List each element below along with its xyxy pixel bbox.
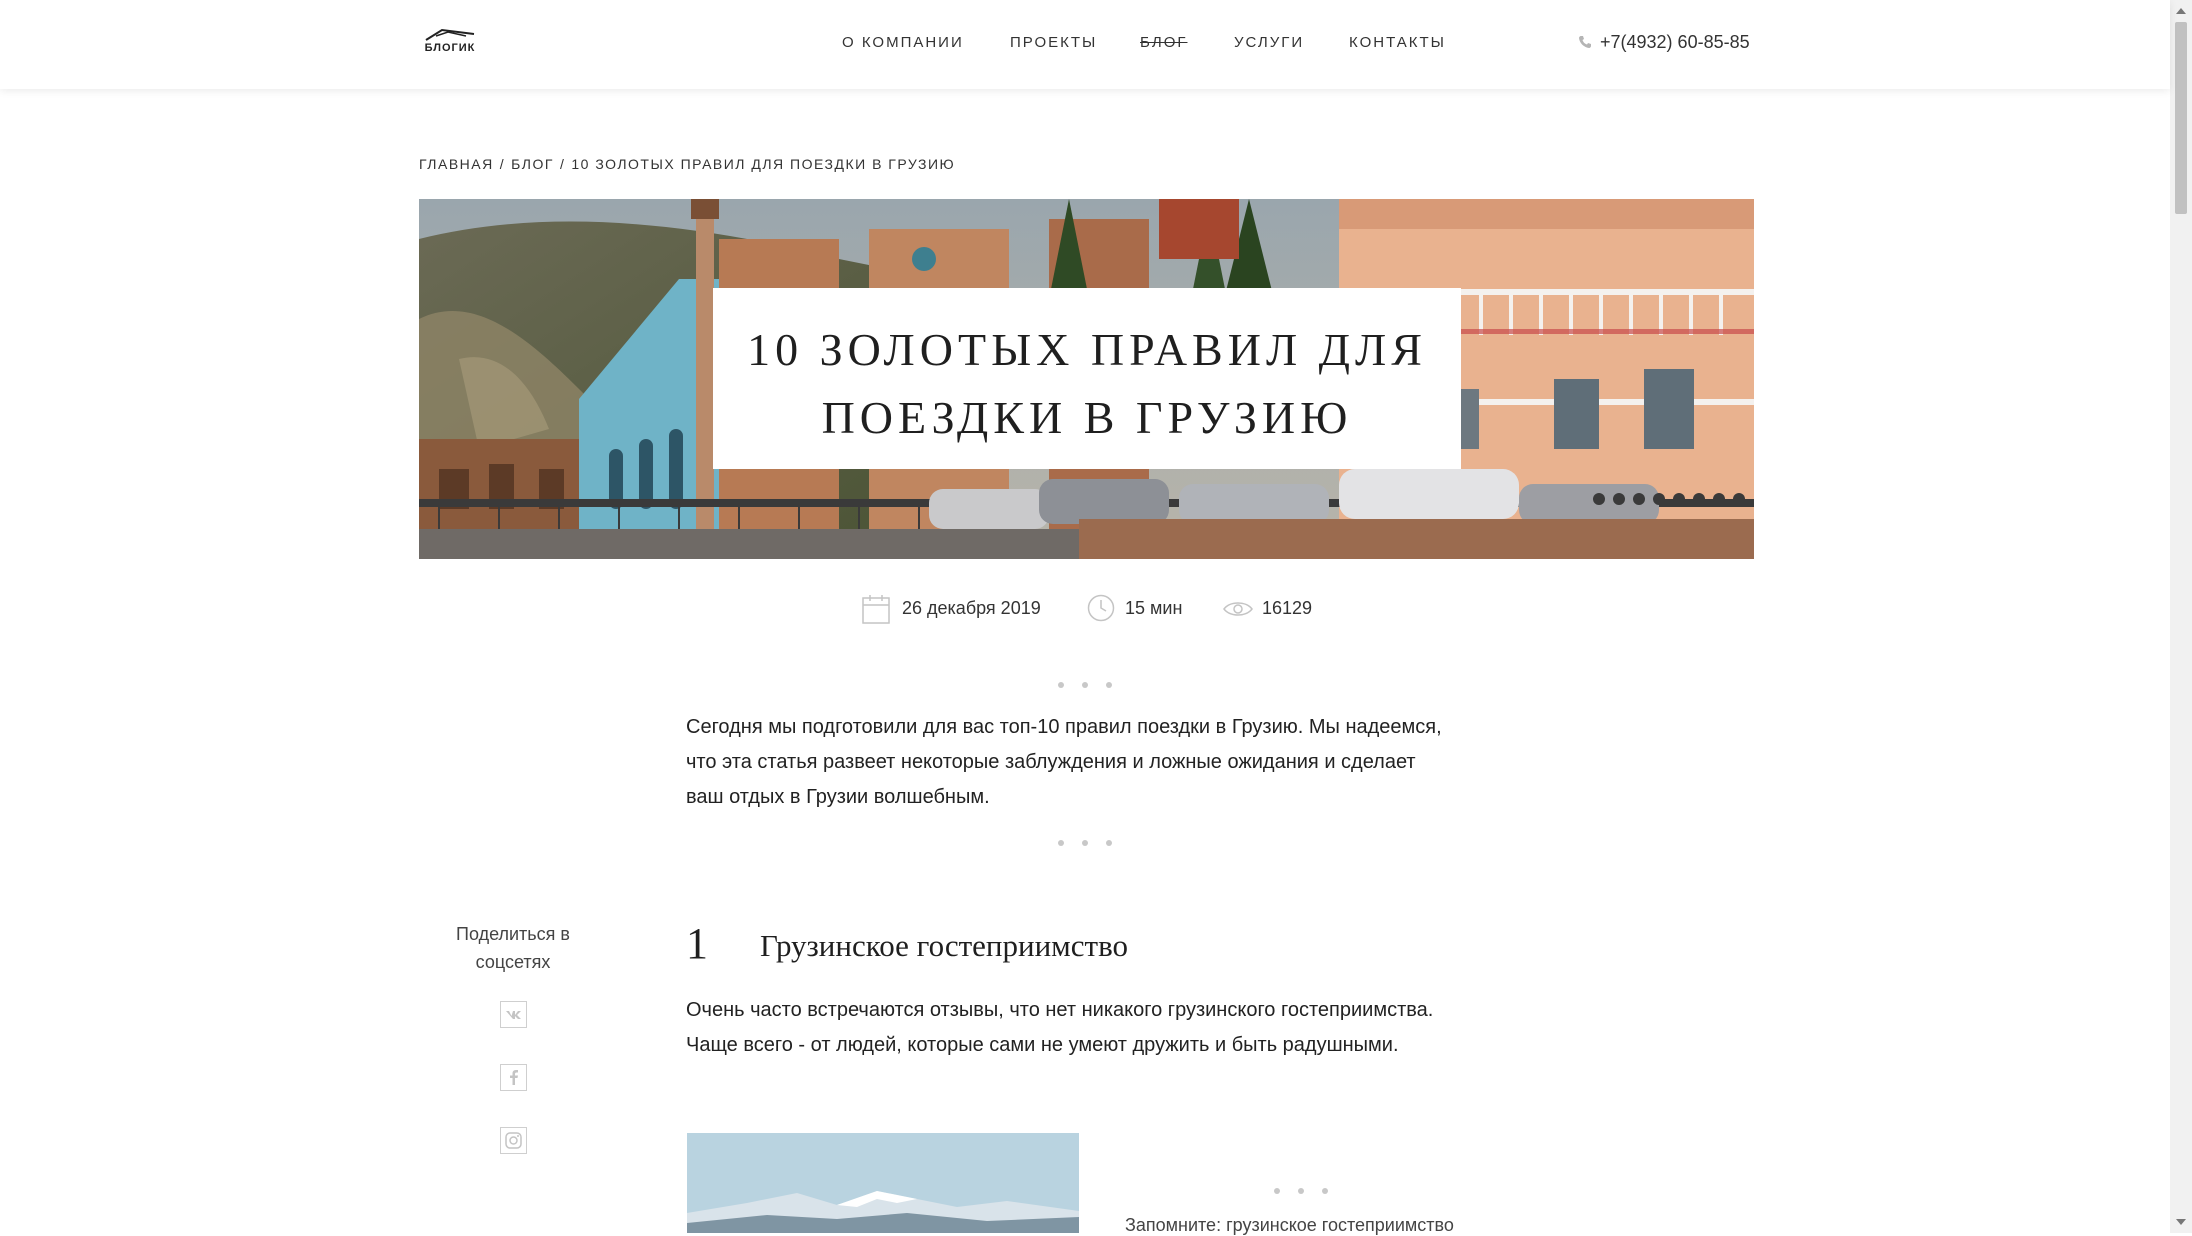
scroll-down-arrow[interactable] (2176, 1219, 2186, 1225)
clock-icon (1087, 594, 1115, 622)
article-meta: 26 декабря 2019 15 мин 16129 (0, 592, 2170, 626)
calendar-icon (862, 595, 890, 624)
nav-item-projects[interactable]: ПРОЕКТЫ (1010, 34, 1097, 51)
hero-title-card: 10 ЗОЛОТЫХ ПРАВИЛ ДЛЯ ПОЕЗДКИ В ГРУЗИЮ (713, 288, 1461, 469)
logo-text: БЛОГИК (424, 42, 476, 54)
section-image (687, 1133, 1079, 1233)
nav-item-services[interactable]: УСЛУГИ (1234, 34, 1304, 51)
logo[interactable]: БЛОГИК (422, 28, 478, 58)
view-count: 16129 (1262, 598, 1313, 618)
read-time: 15 мин (1125, 598, 1183, 618)
phone-number: +7(4932) 60-85-85 (1600, 32, 1750, 52)
instagram-icon (505, 1132, 522, 1149)
article-intro: Сегодня мы подготовили для вас топ-10 пр… (686, 716, 1442, 808)
roof-icon (425, 28, 475, 41)
breadcrumb-current: 10 ЗОЛОТЫХ ПРАВИЛ ДЛЯ ПОЕЗДКИ В ГРУЗИЮ (571, 156, 956, 172)
breadcrumb-home[interactable]: ГЛАВНАЯ (419, 156, 494, 172)
nav-item-contacts[interactable]: КОНТАКТЫ (1349, 34, 1446, 51)
section-title: Грузинское гостеприимство (760, 928, 1129, 963)
breadcrumb-separator: / (499, 156, 506, 172)
scroll-up-arrow[interactable] (2176, 8, 2186, 14)
phone-link[interactable]: +7(4932) 60-85-85 (1578, 32, 1750, 53)
vk-icon (506, 1011, 521, 1019)
facebook-icon (510, 1070, 518, 1085)
section-number: 1 (686, 919, 708, 968)
nav-item-blog[interactable]: БЛОГ (1140, 34, 1187, 51)
breadcrumb-blog[interactable]: БЛОГ (511, 156, 554, 172)
scrollbar[interactable] (2170, 0, 2192, 1233)
site-header: БЛОГИК О КОМПАНИИ ПРОЕКТЫ БЛОГ УСЛУГИ КО… (0, 0, 2170, 89)
scroll-thumb[interactable] (2175, 22, 2187, 214)
article-date: 26 декабря 2019 (902, 598, 1041, 618)
nav-item-company[interactable]: О КОМПАНИИ (842, 34, 964, 51)
breadcrumb: ГЛАВНАЯ / БЛОГ / 10 ЗОЛОТЫХ ПРАВИЛ ДЛЯ ПОЕЗД… (419, 156, 955, 172)
article-title: 10 ЗОЛОТЫХ ПРАВИЛ ДЛЯ ПОЕЗДКИ В ГРУЗИЮ (713, 316, 1461, 452)
instagram-button[interactable] (500, 1127, 527, 1154)
dots-separator (1058, 680, 1118, 690)
dots-separator (1058, 838, 1118, 848)
phone-icon (1579, 36, 1591, 48)
breadcrumb-separator: / (559, 156, 566, 172)
eye-icon (1223, 602, 1253, 616)
hero-image: 10 ЗОЛОТЫХ ПРАВИЛ ДЛЯ ПОЕЗДКИ В ГРУЗИЮ (419, 199, 1754, 559)
share-label: Поделиться в соцсетях (456, 924, 570, 972)
mountains-photo (687, 1133, 1079, 1233)
article-title-line-1: 10 ЗОЛОТЫХ ПРАВИЛ ДЛЯ (747, 324, 1427, 375)
dots-separator (1274, 1186, 1334, 1196)
vk-button[interactable] (500, 1001, 527, 1028)
facebook-button[interactable] (500, 1064, 527, 1091)
section-text: Очень часто встречаются отзывы, что нет … (686, 999, 1434, 1056)
article-title-line-2: ПОЕЗДКИ В ГРУЗИЮ (821, 392, 1353, 443)
